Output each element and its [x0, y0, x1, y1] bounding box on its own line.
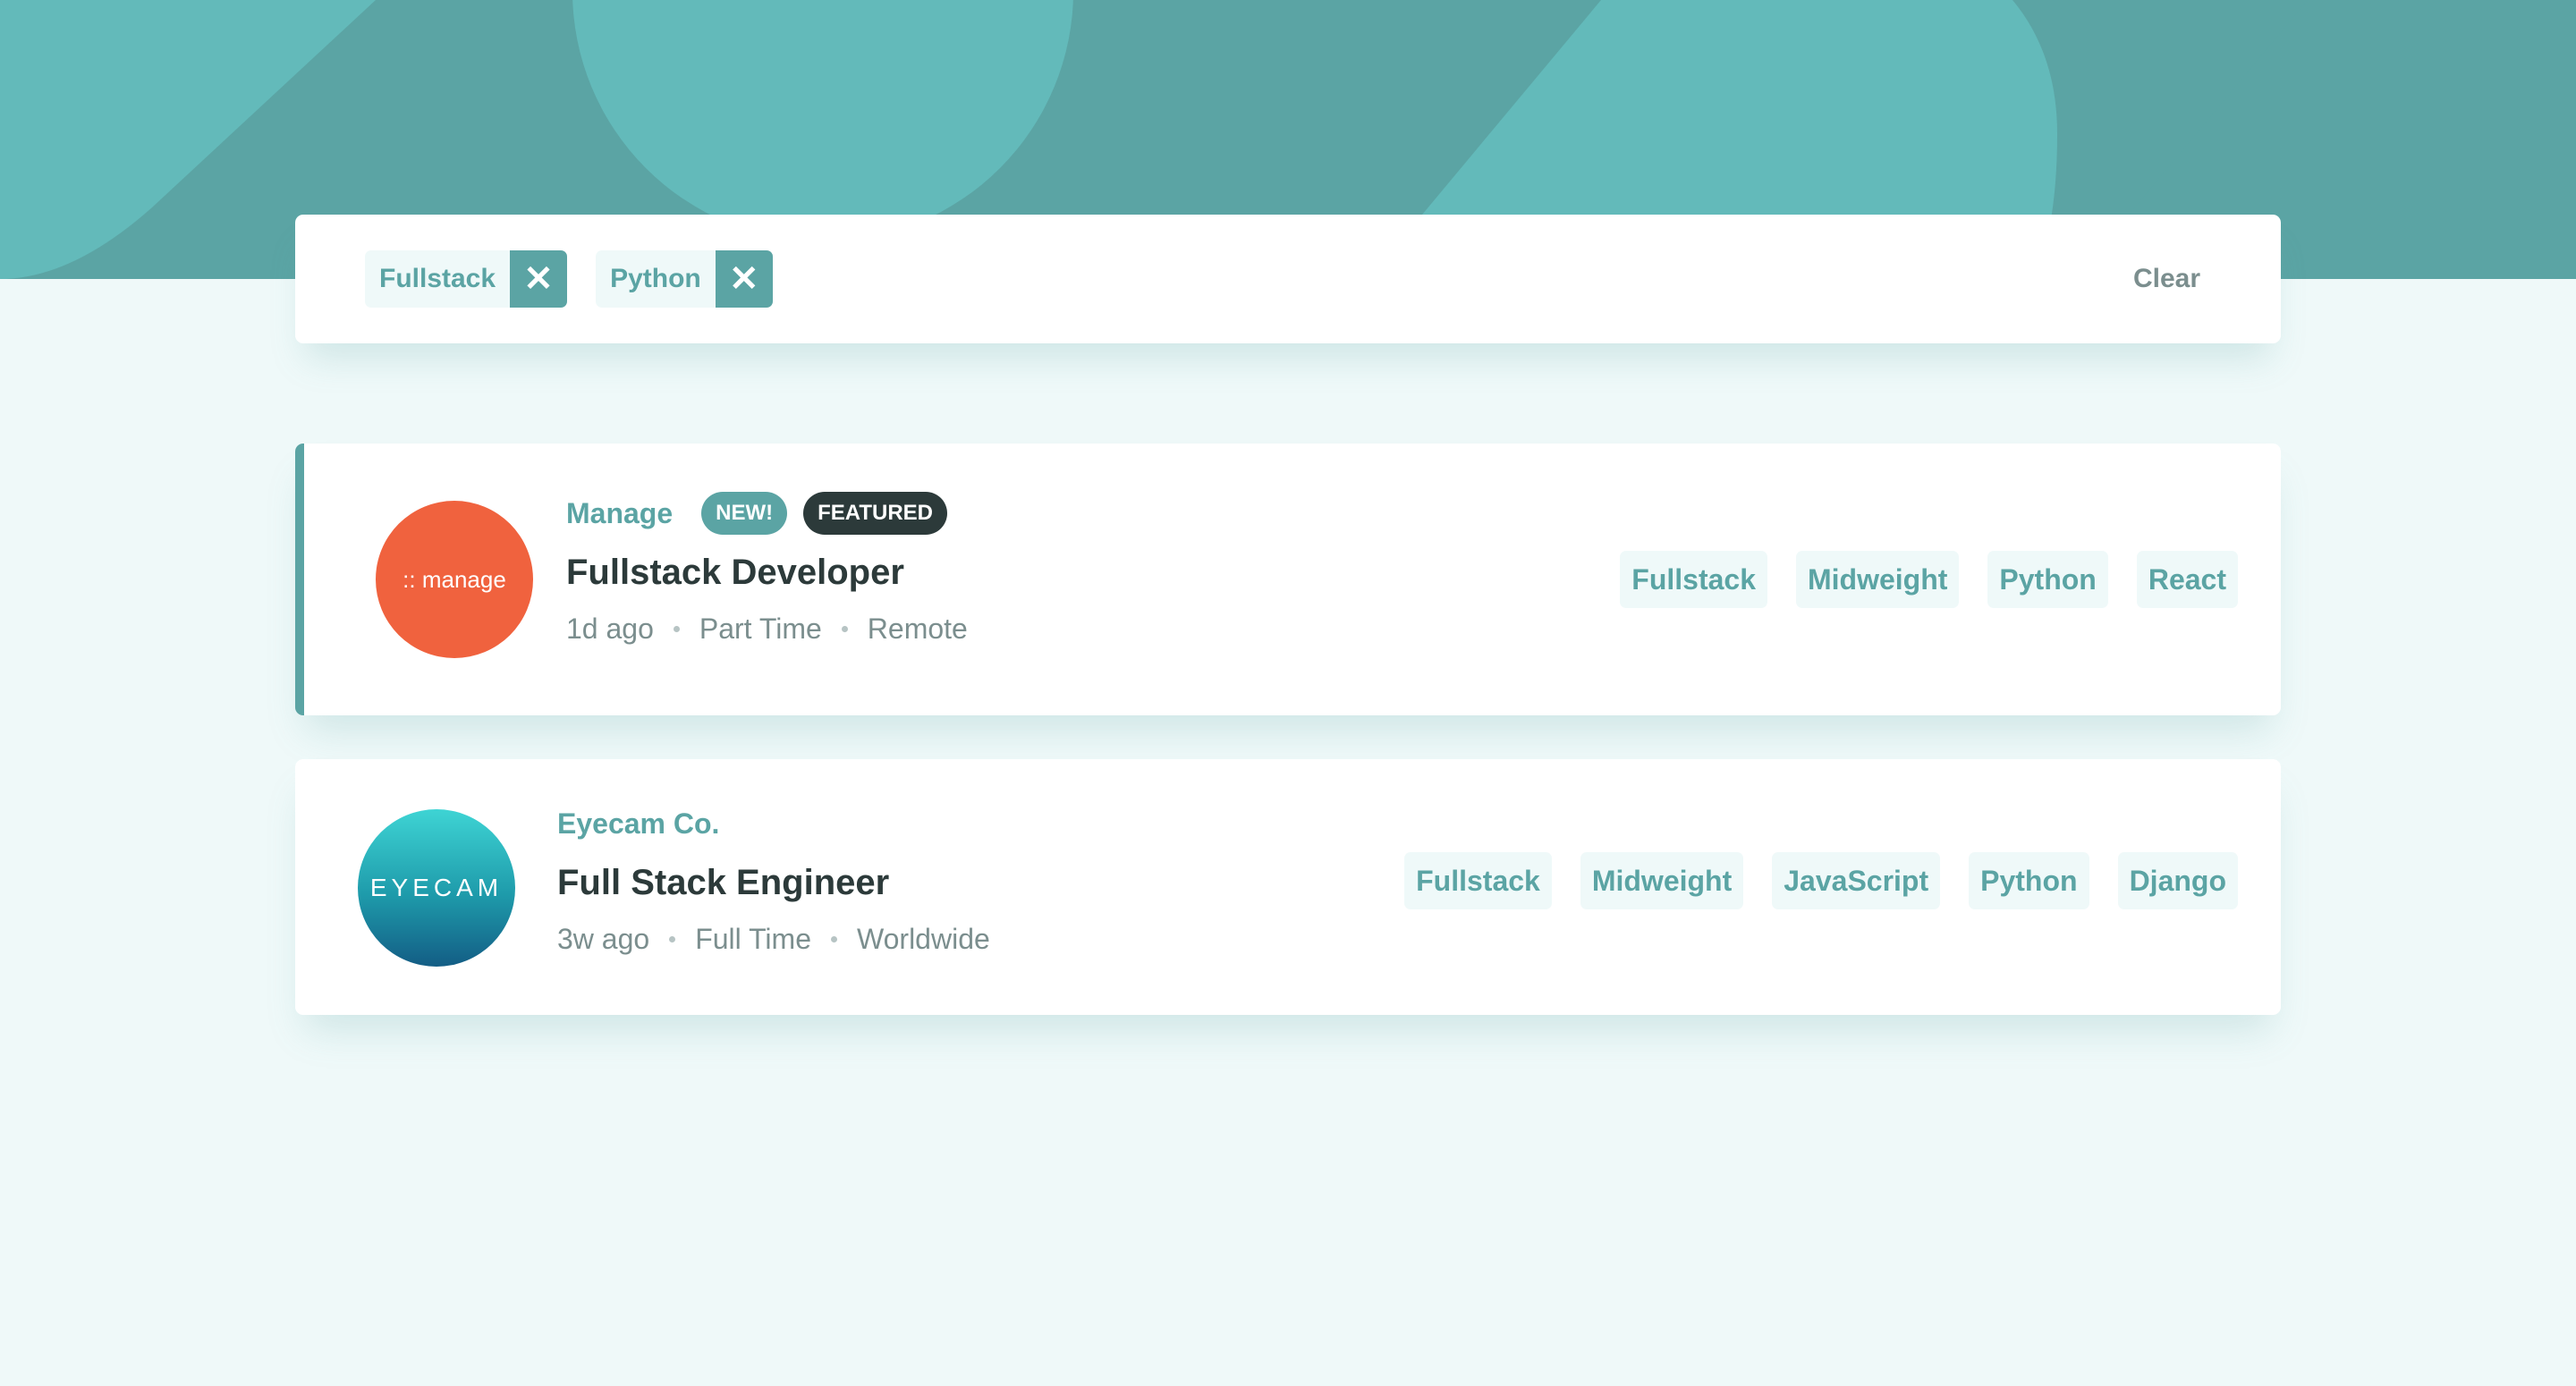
company-name: Manage — [566, 496, 674, 529]
job-title[interactable]: Full Stack Engineer — [557, 863, 990, 903]
separator-dot — [830, 936, 837, 942]
job-location: Remote — [867, 613, 968, 645]
job-info: Eyecam Co. Full Stack Engineer 3w ago Fu… — [557, 802, 990, 956]
filter-chip-python: Python ✕ — [596, 250, 773, 308]
job-info: Manage NEW! FEATURED Fullstack Developer… — [566, 492, 968, 646]
posted-at: 1d ago — [566, 613, 654, 645]
separator-dot — [673, 626, 680, 632]
company-name: Eyecam Co. — [557, 807, 720, 840]
job-tags: Fullstack Midweight Python React — [1620, 551, 2238, 608]
featured-badge: FEATURED — [803, 492, 948, 535]
filter-chip-label: Fullstack — [379, 264, 496, 293]
filter-chip-fullstack: Fullstack ✕ — [365, 250, 568, 308]
tag-button[interactable]: Midweight — [1580, 852, 1744, 909]
tag-button[interactable]: Midweight — [1795, 551, 1960, 608]
tag-button[interactable]: Python — [1987, 551, 2108, 608]
active-filters: Fullstack ✕ Python ✕ — [365, 250, 773, 308]
new-badge: NEW! — [701, 492, 788, 535]
tag-button[interactable]: JavaScript — [1772, 852, 1941, 909]
job-meta: 1d ago Part Time Remote — [566, 613, 968, 646]
company-logo: EYECAM — [358, 809, 515, 967]
close-icon[interactable]: ✕ — [715, 250, 773, 308]
tag-button[interactable]: React — [2136, 551, 2238, 608]
job-card: EYECAM Eyecam Co. Full Stack Engineer 3w… — [295, 759, 2281, 1015]
clear-filters-button[interactable]: Clear — [2133, 250, 2200, 308]
job-title[interactable]: Fullstack Developer — [566, 553, 968, 593]
filter-bar: Fullstack ✕ Python ✕ Clear — [295, 215, 2281, 343]
job-card: :: manage Manage NEW! FEATURED Fullstack… — [295, 444, 2281, 715]
contract-type: Part Time — [699, 613, 822, 645]
close-icon[interactable]: ✕ — [510, 250, 568, 308]
company-logo: :: manage — [376, 501, 533, 658]
separator-dot — [669, 936, 676, 942]
job-location: Worldwide — [856, 923, 990, 955]
filter-chip-label: Python — [610, 264, 701, 293]
tag-button[interactable]: Python — [1969, 852, 2089, 909]
tag-button[interactable]: Fullstack — [1404, 852, 1552, 909]
separator-dot — [841, 626, 848, 632]
tag-button[interactable]: Django — [2117, 852, 2238, 909]
job-tags: Fullstack Midweight JavaScript Python Dj… — [1404, 852, 2238, 909]
tag-button[interactable]: Fullstack — [1620, 551, 1767, 608]
company-row: Eyecam Co. — [557, 802, 990, 845]
job-meta: 3w ago Full Time Worldwide — [557, 923, 990, 956]
company-row: Manage NEW! FEATURED — [566, 492, 968, 535]
posted-at: 3w ago — [557, 923, 650, 955]
contract-type: Full Time — [695, 923, 811, 955]
